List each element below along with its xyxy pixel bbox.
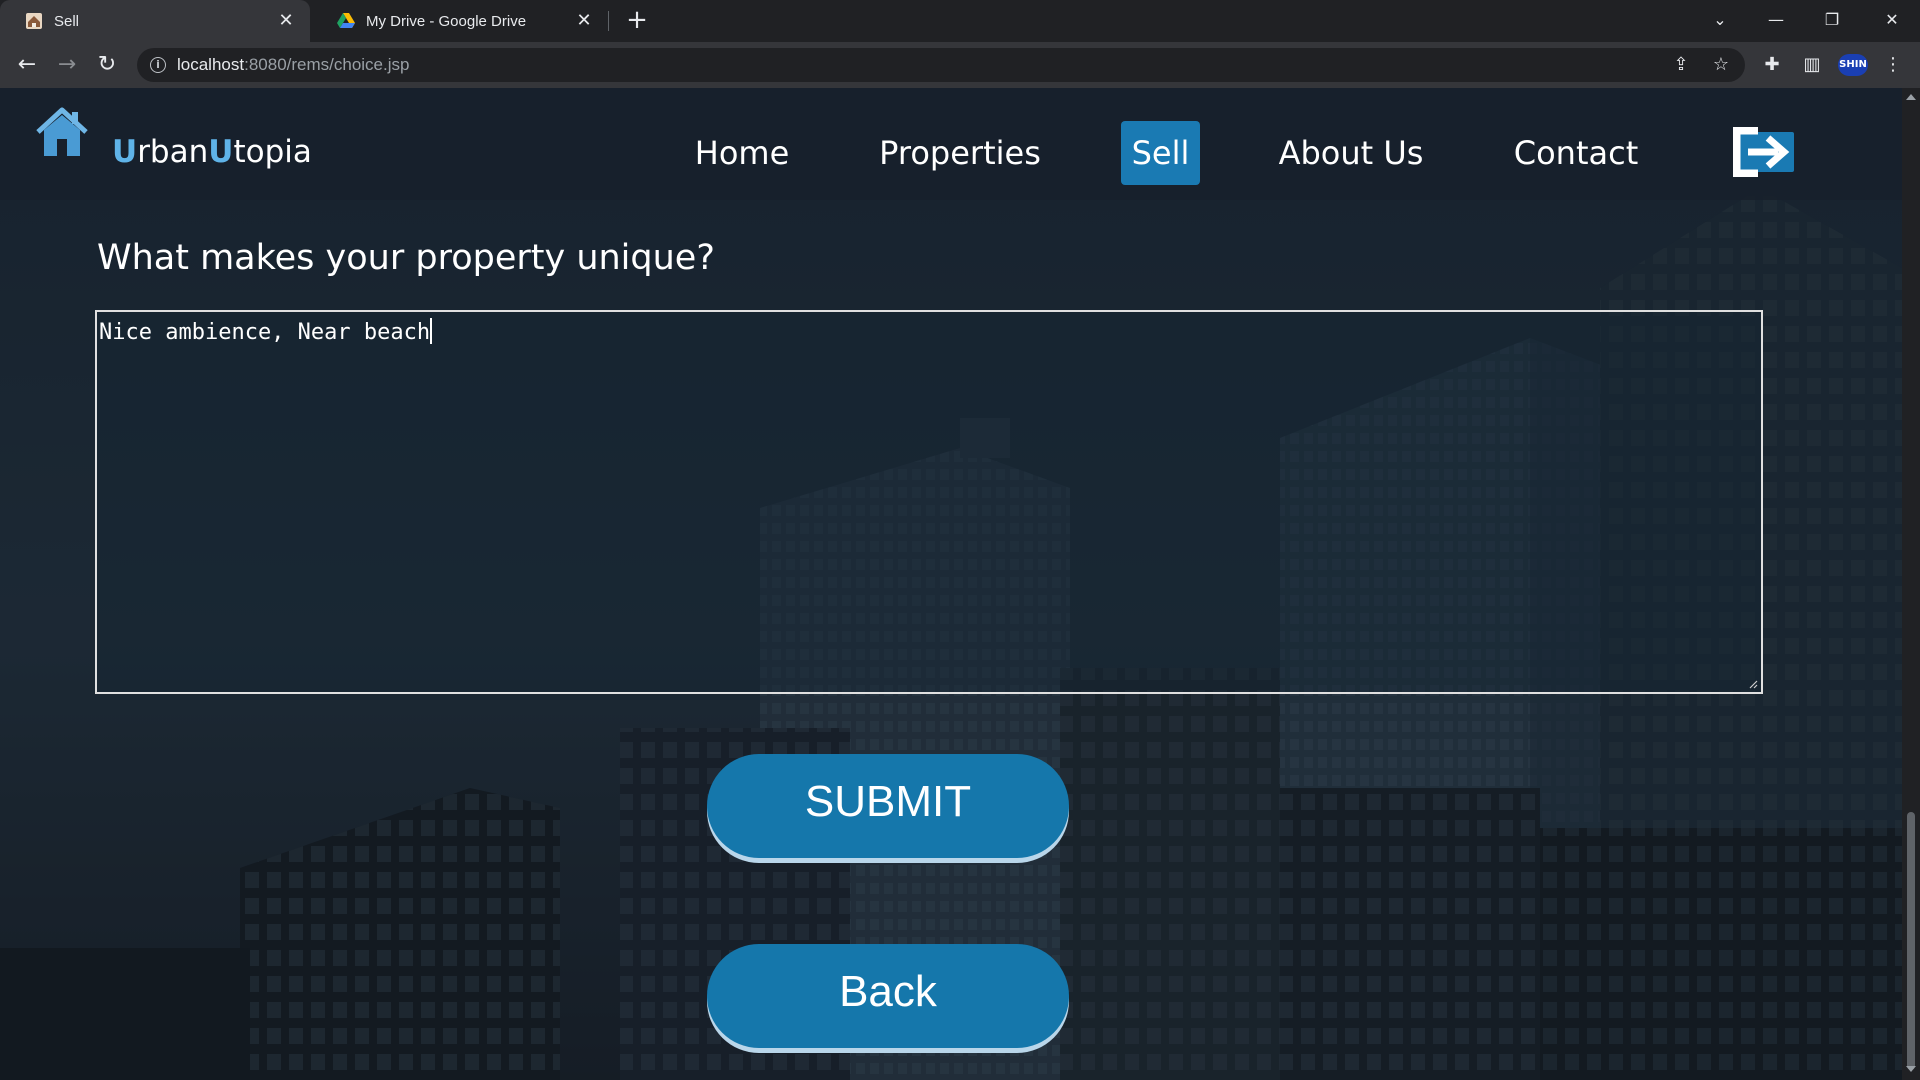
house-logo-icon[interactable] — [34, 106, 90, 160]
close-tab-icon[interactable]: ✕ — [574, 11, 594, 31]
brand-name[interactable]: UrbanUtopia — [112, 134, 312, 170]
scroll-up-icon[interactable] — [1906, 94, 1916, 100]
unique-features-textarea[interactable]: Nice ambience, Near beach — [95, 310, 1763, 694]
bookmark-star-icon[interactable]: ☆ — [1709, 53, 1733, 77]
page-viewport: UrbanUtopia Home Properties Sell About U… — [0, 88, 1902, 1080]
restore-icon[interactable]: ❐ — [1804, 0, 1860, 42]
close-tab-icon[interactable]: ✕ — [276, 11, 296, 31]
nav-sell[interactable]: Sell — [1121, 121, 1200, 185]
minimize-icon[interactable]: — — [1748, 0, 1804, 42]
forward-arrow-icon[interactable]: → — [52, 50, 82, 80]
back-arrow-icon[interactable]: ← — [12, 50, 42, 80]
tab-google-drive[interactable]: My Drive - Google Drive ✕ — [312, 0, 608, 42]
nav-home[interactable]: Home — [686, 121, 798, 185]
url-text: localhost:8080/rems/choice.jsp — [177, 55, 410, 74]
nav-properties[interactable]: Properties — [874, 121, 1046, 185]
share-icon[interactable]: ⇪ — [1669, 53, 1693, 77]
text-caret — [430, 318, 433, 344]
browser-toolbar: ← → ↻ i localhost:8080/rems/choice.jsp ⇪… — [0, 42, 1920, 88]
logout-arrow-icon[interactable] — [1732, 126, 1796, 178]
resize-grip-icon[interactable] — [1748, 679, 1758, 689]
tab-sell[interactable]: Sell ✕ — [0, 0, 310, 42]
textarea-value: Nice ambience, Near beach — [99, 320, 431, 345]
new-tab-icon[interactable]: + — [624, 7, 650, 34]
site-navbar: UrbanUtopia Home Properties Sell About U… — [0, 88, 1902, 200]
tab-search-chevron-icon[interactable]: ⌄ — [1692, 0, 1748, 42]
page-scrollbar[interactable] — [1902, 88, 1920, 1080]
tab-title: My Drive - Google Drive — [366, 12, 527, 30]
reload-icon[interactable]: ↻ — [92, 50, 122, 80]
form-question: What makes your property unique? — [97, 238, 715, 278]
more-menu-icon[interactable]: ⋮ — [1878, 50, 1908, 80]
back-button[interactable]: Back — [707, 944, 1069, 1048]
house-favicon-icon — [24, 11, 44, 31]
nav-contact[interactable]: Contact — [1506, 121, 1646, 185]
scroll-down-icon[interactable] — [1906, 1066, 1916, 1072]
address-bar[interactable]: i localhost:8080/rems/choice.jsp ⇪ ☆ — [137, 48, 1745, 82]
site-info-icon[interactable]: i — [150, 57, 166, 73]
close-window-icon[interactable]: ✕ — [1864, 0, 1920, 42]
browser-tab-strip: Sell ✕ My Drive - Google Drive ✕ + ⌄ — ❐… — [0, 0, 1920, 42]
scrollbar-thumb[interactable] — [1907, 812, 1915, 1070]
tab-separator — [608, 11, 609, 31]
google-drive-icon — [336, 11, 356, 31]
extensions-puzzle-icon[interactable]: ✚ — [1757, 50, 1787, 80]
side-panel-icon[interactable]: ▥ — [1797, 50, 1827, 80]
profile-avatar[interactable]: SHIN — [1838, 54, 1868, 76]
nav-about-us[interactable]: About Us — [1274, 121, 1428, 185]
submit-button[interactable]: SUBMIT — [707, 754, 1069, 858]
tab-title: Sell — [54, 12, 80, 30]
